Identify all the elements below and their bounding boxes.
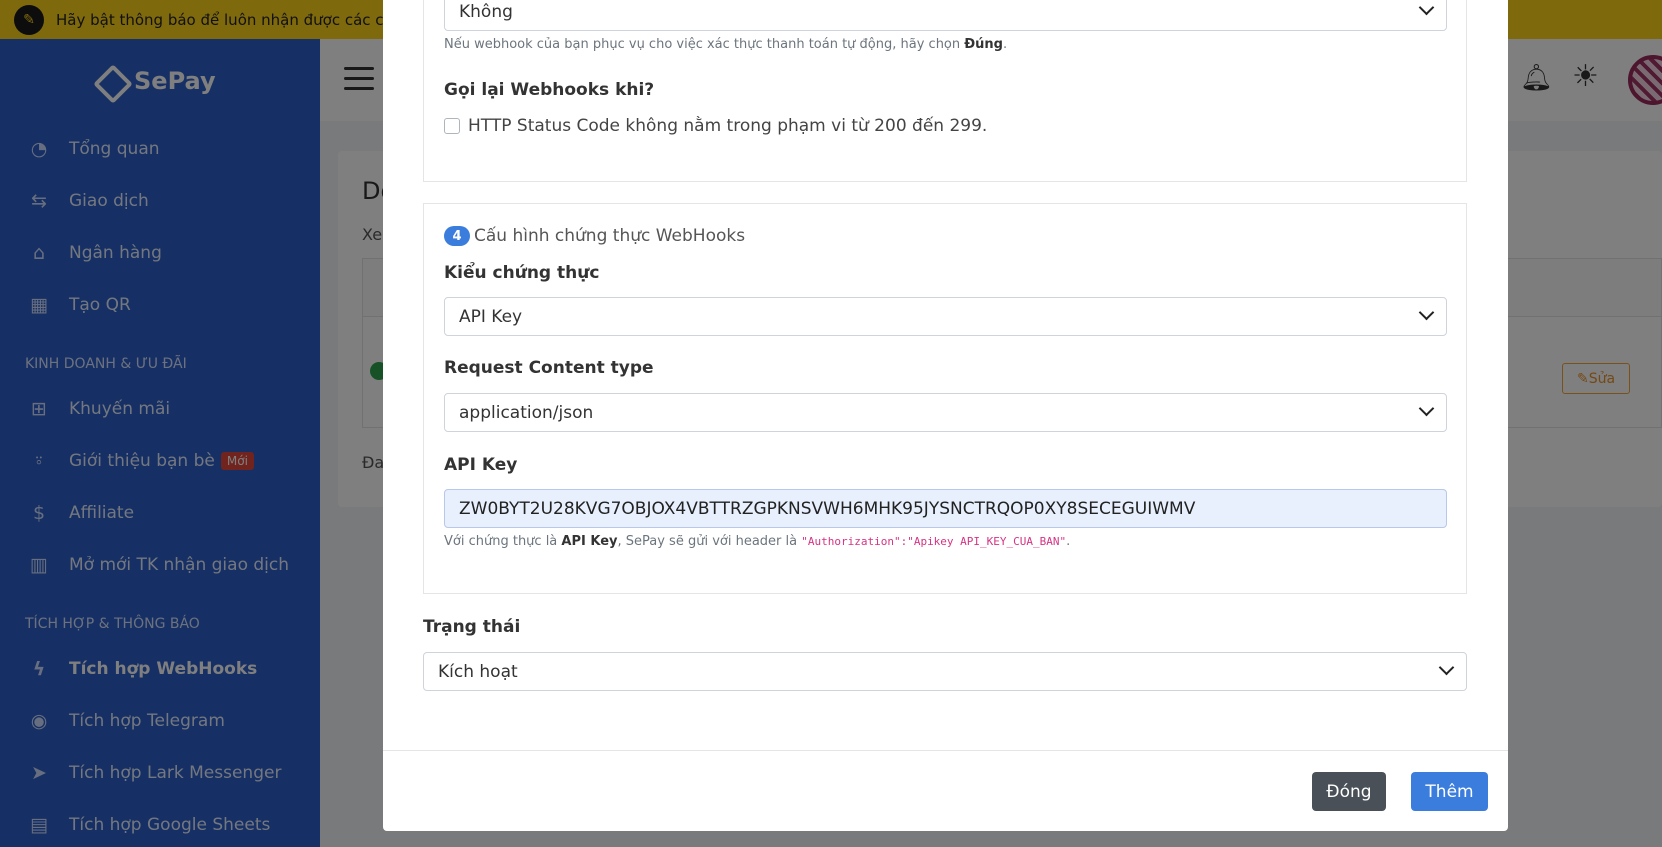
step-badge: 4	[444, 226, 470, 246]
status-label: Trạng thái	[423, 617, 521, 637]
api-key-value: ZW0BYT2U28KVG7OBJOX4VBTTRZGPKNSVWH6MHK95…	[459, 498, 1196, 519]
section-4-header: 4 Cấu hình chứng thực WebHooks	[444, 226, 745, 246]
auth-type-label: Kiểu chứng thực	[444, 263, 600, 283]
content-type-value: application/json	[459, 402, 594, 423]
retry-label: Gọi lại Webhooks khi?	[444, 80, 655, 100]
help-bold: API Key	[561, 534, 618, 549]
header-code: "Authorization":"Apikey API_KEY_CUA_BAN"	[801, 535, 1067, 548]
add-webhook-modal: Không Nếu webhook của bạn phục vụ cho vi…	[383, 0, 1508, 831]
help-text-middle: , SePay sẽ gửi với header là	[617, 534, 802, 549]
help-bold: Đúng	[964, 37, 1003, 52]
api-key-label: API Key	[444, 455, 518, 475]
section-4-title: Cấu hình chứng thực WebHooks	[474, 226, 746, 246]
add-button[interactable]: Thêm	[1411, 772, 1488, 811]
modal-footer: Đóng Thêm	[383, 750, 1508, 831]
auth-type-value: API Key	[459, 306, 523, 327]
api-key-input[interactable]: ZW0BYT2U28KVG7OBJOX4VBTTRZGPKNSVWH6MHK95…	[444, 489, 1447, 528]
content-type-select[interactable]: application/json	[444, 393, 1447, 432]
help-text: Với chứng thực là	[444, 534, 562, 549]
help-suffix: .	[1066, 534, 1071, 549]
help-suffix: .	[1002, 37, 1008, 52]
status-select[interactable]: Kích hoạt	[423, 652, 1467, 691]
verify-payment-value: Không	[459, 1, 513, 22]
retry-checkbox[interactable]	[444, 118, 460, 134]
auth-type-select[interactable]: API Key	[444, 297, 1447, 336]
chevron-down-icon	[1438, 659, 1455, 676]
content-type-label: Request Content type	[444, 358, 654, 378]
chevron-down-icon	[1418, 304, 1435, 321]
retry-checkbox-label[interactable]: HTTP Status Code không nằm trong phạm vi…	[468, 116, 987, 136]
status-value: Kích hoạt	[438, 661, 518, 682]
api-key-help: Với chứng thực là API Key, SePay sẽ gửi …	[444, 534, 1070, 549]
retry-checkbox-row[interactable]: HTTP Status Code không nằm trong phạm vi…	[444, 116, 987, 136]
help-text: Nếu webhook của bạn phục vụ cho việc xác…	[444, 37, 965, 52]
verify-payment-help: Nếu webhook của bạn phục vụ cho việc xác…	[444, 37, 1007, 52]
close-button[interactable]: Đóng	[1312, 772, 1386, 811]
chevron-down-icon	[1418, 400, 1435, 417]
verify-payment-select[interactable]: Không	[444, 0, 1447, 31]
chevron-down-icon	[1418, 0, 1435, 16]
